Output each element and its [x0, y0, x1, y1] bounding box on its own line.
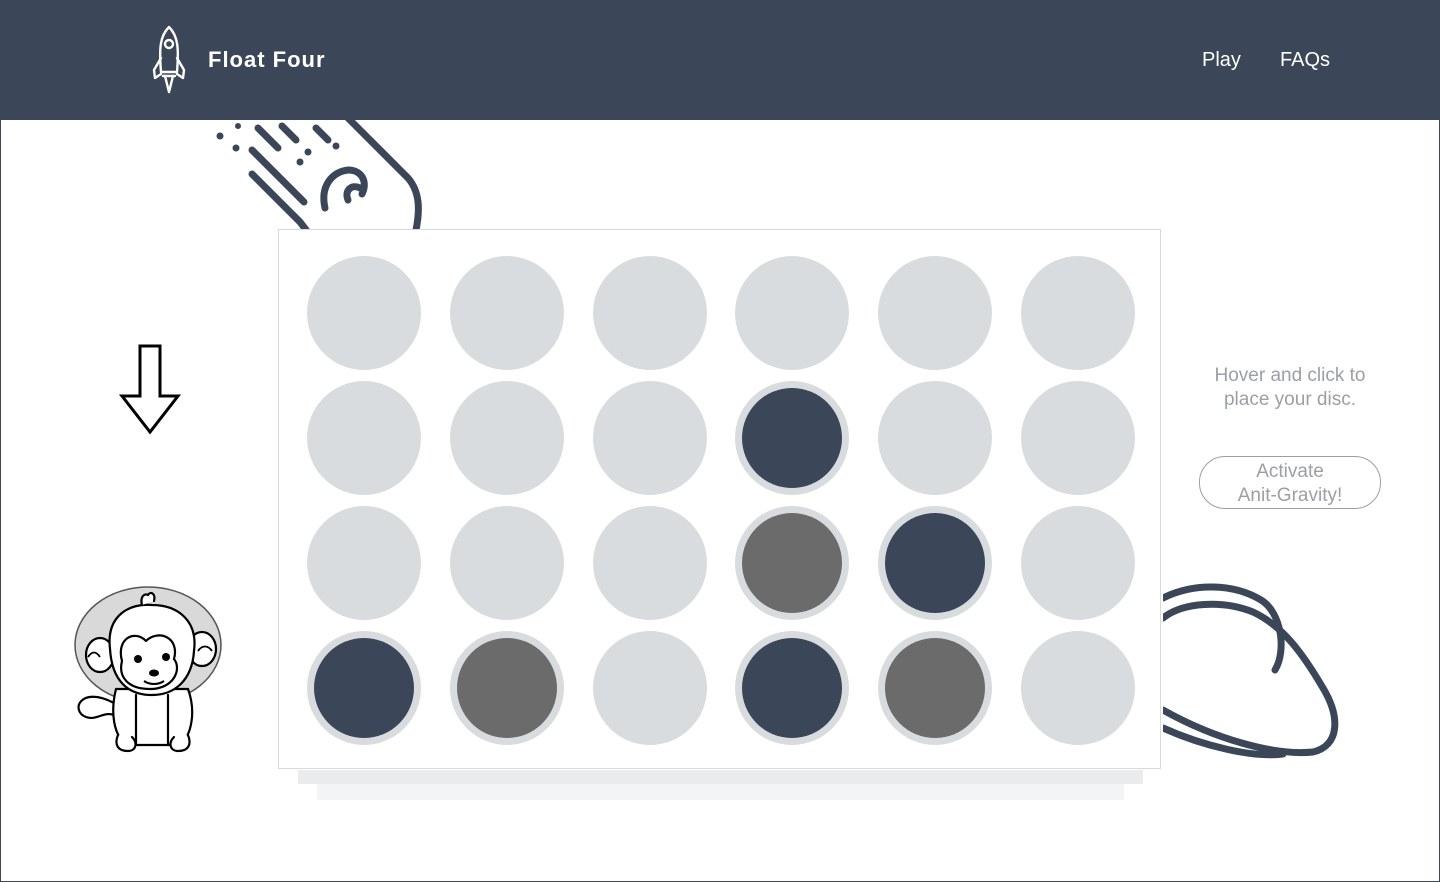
nav-play-link[interactable]: Play: [1202, 49, 1241, 72]
board-cell-r2-c3[interactable]: [592, 381, 707, 495]
gray-disc: [885, 638, 986, 738]
board-cell-r2-c1[interactable]: [307, 381, 421, 495]
board-cell-r3-c5[interactable]: [878, 506, 993, 620]
board-cell-r2-c2[interactable]: [449, 381, 564, 495]
board-cell-r4-c6[interactable]: [1021, 631, 1135, 745]
planet-icon: [1163, 583, 1339, 759]
anti-gravity-label-line2: Anit-Gravity!: [1237, 484, 1343, 506]
gray-disc: [456, 638, 557, 738]
board-cell-r3-c2[interactable]: [449, 506, 564, 620]
board-cell-r1-c4[interactable]: [735, 256, 850, 370]
nav-faqs-link[interactable]: FAQs: [1280, 49, 1330, 72]
navy-disc: [885, 513, 986, 613]
gray-disc: [742, 513, 843, 613]
app-title[interactable]: Float Four: [208, 47, 326, 73]
down-arrow-icon: [118, 344, 182, 435]
game-board[interactable]: [278, 229, 1161, 769]
navy-disc: [742, 388, 843, 488]
board-base-lower: [317, 784, 1124, 800]
board-cell-r3-c4[interactable]: [735, 506, 850, 620]
board-cell-r3-c6[interactable]: [1021, 506, 1135, 620]
top-nav-bar: Float Four Play FAQs: [0, 0, 1440, 120]
navy-disc: [314, 638, 414, 738]
board-base-upper: [298, 770, 1143, 784]
board-cell-r2-c4[interactable]: [735, 381, 850, 495]
astronaut-monkey-icon: [74, 586, 222, 753]
navy-disc: [742, 638, 843, 738]
board-cell-r3-c3[interactable]: [592, 506, 707, 620]
activate-anti-gravity-button[interactable]: Activate Anit-Gravity!: [1199, 456, 1381, 509]
board-cell-r3-c1[interactable]: [307, 506, 421, 620]
board-cell-r1-c5[interactable]: [878, 256, 993, 370]
board-cell-r2-c6[interactable]: [1021, 381, 1135, 495]
board-cell-r1-c1[interactable]: [307, 256, 421, 370]
board-cell-r4-c5[interactable]: [878, 631, 993, 745]
anti-gravity-label-line1: Activate: [1256, 460, 1324, 482]
board-cell-r4-c4[interactable]: [735, 631, 850, 745]
board-cell-r2-c5[interactable]: [878, 381, 993, 495]
board-cell-r4-c2[interactable]: [449, 631, 564, 745]
board-cell-r1-c3[interactable]: [592, 256, 707, 370]
comet-icon: [216, 120, 422, 230]
board-cell-r4-c3[interactable]: [592, 631, 707, 745]
board-cell-r1-c2[interactable]: [449, 256, 564, 370]
board-cell-r4-c1[interactable]: [307, 631, 421, 745]
instruction-text: Hover and click to place your disc.: [1214, 365, 1366, 410]
board-cell-r1-c6[interactable]: [1021, 256, 1135, 370]
rocket-icon[interactable]: [150, 24, 188, 96]
